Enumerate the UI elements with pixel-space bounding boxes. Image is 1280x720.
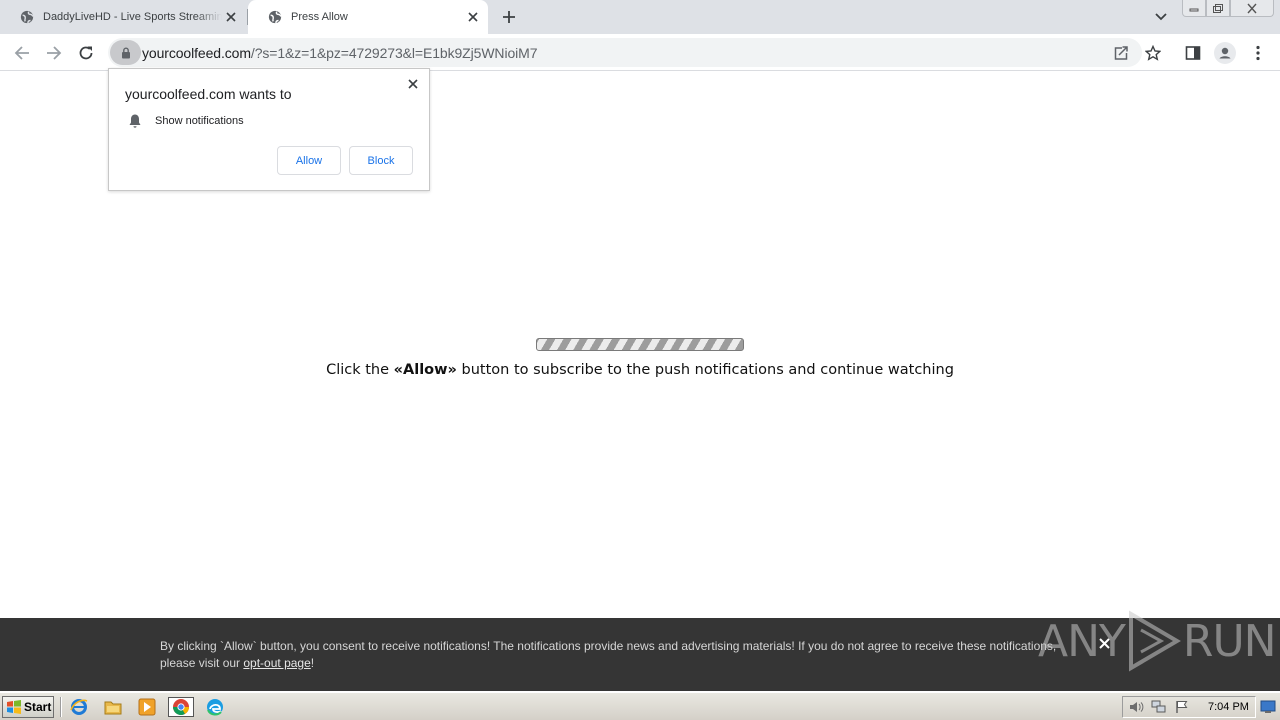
window-controls — [1182, 0, 1274, 18]
new-tab-button[interactable] — [498, 6, 520, 28]
star-icon — [1145, 45, 1161, 61]
address-bar[interactable]: yourcoolfeed.com/?s=1&z=1&pz=4729273&l=E… — [108, 38, 1161, 67]
restore-button[interactable] — [1206, 0, 1230, 17]
back-button[interactable] — [11, 42, 33, 64]
opt-out-link[interactable]: opt-out page — [243, 656, 310, 670]
tab-title: DaddyLiveHD - Live Sports Streaming — [43, 11, 222, 23]
browser-toolbar: yourcoolfeed.com/?s=1&z=1&pz=4729273&l=E… — [0, 34, 1280, 71]
url-host: yourcoolfeed.com — [142, 45, 251, 61]
prompt-close-button[interactable] — [405, 76, 421, 92]
close-icon — [408, 79, 418, 89]
lock-icon — [121, 47, 130, 58]
bookmark-button[interactable] — [1144, 44, 1162, 62]
close-tab-icon[interactable] — [222, 8, 240, 26]
forward-arrow-icon — [47, 46, 62, 60]
permission-row: Show notifications — [127, 113, 244, 129]
back-arrow-icon — [14, 46, 29, 60]
taskbar-separator — [60, 697, 62, 717]
media-player-icon — [138, 698, 156, 716]
avatar-icon — [1216, 44, 1234, 62]
internet-explorer-icon — [70, 699, 88, 715]
globe-icon — [20, 10, 34, 24]
minimize-icon — [1189, 8, 1199, 12]
show-desktop-button[interactable] — [1259, 697, 1277, 717]
bell-icon — [129, 114, 141, 128]
flag-icon — [1176, 701, 1188, 713]
monitor-icon — [1260, 700, 1276, 713]
close-icon — [1247, 3, 1257, 13]
folder-icon — [104, 701, 122, 715]
reload-icon — [79, 46, 93, 60]
menu-button[interactable] — [1247, 42, 1269, 64]
allow-button[interactable]: Allow — [277, 146, 341, 175]
side-panel-icon — [1185, 46, 1201, 60]
more-vert-icon — [1256, 45, 1260, 61]
network-button[interactable] — [1149, 698, 1169, 716]
ie-quicklaunch[interactable] — [68, 697, 90, 717]
consent-close-button[interactable] — [1096, 635, 1112, 651]
share-button[interactable] — [1112, 44, 1130, 62]
url-query: /?s=1&z=1&pz=4729273&l=E1bk9Zj5WNioiM7 — [250, 45, 538, 61]
url-text: yourcoolfeed.com/?s=1&z=1&pz=4729273&l=E… — [142, 45, 538, 61]
message-allow: «Allow» — [393, 362, 457, 378]
prompt-title: yourcoolfeed.com wants to — [125, 86, 292, 102]
restore-icon — [1213, 3, 1223, 13]
tab-search-button[interactable] — [1152, 8, 1170, 26]
consent-end: ! — [310, 656, 315, 670]
notification-permission-prompt: yourcoolfeed.com wants to Show notificat… — [108, 68, 430, 191]
message-post: button to subscribe to the push notifica… — [456, 362, 954, 378]
tab-press-allow[interactable]: Press Allow — [248, 0, 488, 34]
forward-button[interactable] — [43, 42, 65, 64]
consent-bar: By clicking `Allow` button, you consent … — [0, 618, 1280, 691]
chrome-icon — [173, 699, 189, 715]
site-info-button[interactable] — [110, 40, 141, 65]
taskbar-clock[interactable]: 7:04 PM — [1208, 701, 1249, 713]
edge-icon — [207, 699, 223, 716]
tab-daddylivehd[interactable]: DaddyLiveHD - Live Sports Streaming — [0, 0, 246, 34]
windows-flag-icon — [7, 700, 21, 714]
block-button[interactable]: Block — [349, 146, 413, 175]
action-center-button[interactable] — [1172, 698, 1192, 716]
progress-bar — [536, 338, 744, 351]
windows-taskbar: Start 7:04 PM — [0, 692, 1280, 720]
close-tab-icon[interactable] — [464, 8, 482, 26]
message-pre: Click the — [326, 362, 394, 378]
chevron-down-icon — [1155, 13, 1167, 21]
explorer-quicklaunch[interactable] — [102, 697, 124, 717]
share-icon — [1114, 46, 1128, 60]
start-label: Start — [24, 700, 52, 714]
network-icon — [1151, 700, 1166, 713]
start-button[interactable]: Start — [2, 696, 54, 718]
permission-label: Show notifications — [155, 115, 244, 127]
edge-quicklaunch[interactable] — [204, 697, 226, 717]
instruction-message: Click the «Allow» button to subscribe to… — [0, 362, 1280, 378]
speaker-icon — [1130, 702, 1144, 712]
close-icon — [1098, 637, 1110, 649]
volume-button[interactable] — [1126, 698, 1146, 716]
tab-strip: DaddyLiveHD - Live Sports Streaming Pres… — [0, 0, 1280, 34]
minimize-button[interactable] — [1182, 0, 1206, 17]
globe-icon — [268, 10, 282, 24]
media-player-quicklaunch[interactable] — [136, 697, 158, 717]
close-window-button[interactable] — [1230, 0, 1274, 17]
plus-icon — [503, 11, 515, 23]
side-panel-button[interactable] — [1182, 42, 1204, 64]
tab-title: Press Allow — [291, 11, 348, 23]
profile-button[interactable] — [1214, 42, 1236, 64]
consent-text: By clicking `Allow` button, you consent … — [160, 638, 1080, 672]
chrome-taskbar-button[interactable] — [168, 697, 194, 717]
reload-button[interactable] — [75, 42, 97, 64]
